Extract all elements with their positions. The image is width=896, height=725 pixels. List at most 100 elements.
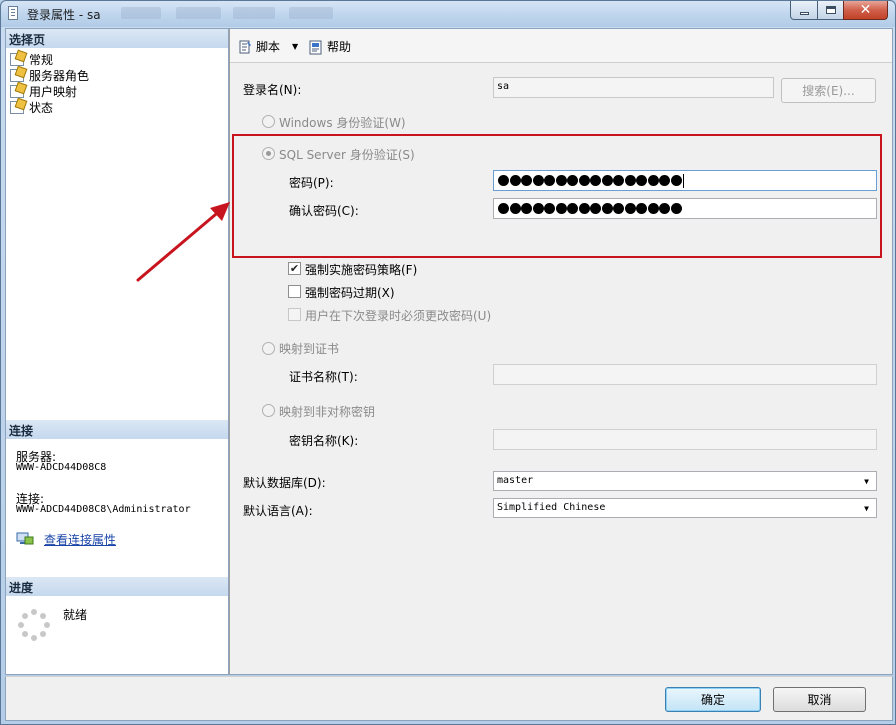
password-dot: [636, 203, 647, 214]
default-db-select[interactable]: master ▼: [493, 471, 877, 491]
password-dot: [659, 175, 670, 186]
background-menu-ghost: [176, 7, 221, 19]
cert-name-label: 证书名称(T):: [289, 370, 358, 384]
background-menu-ghost: [289, 7, 333, 19]
page-item-label: 用户映射: [29, 84, 78, 99]
page-item-user-mapping[interactable]: 用户映射: [10, 83, 77, 99]
page-item-label: 服务器角色: [29, 68, 90, 83]
password-dot: [509, 175, 521, 186]
key-name-field[interactable]: [493, 429, 877, 450]
password-dot: [578, 203, 590, 214]
chevron-down-icon: ▼: [864, 476, 869, 486]
toolbar: 脚本 ▼ 帮助: [230, 29, 892, 63]
default-db-value: master: [497, 475, 534, 486]
password-dot: [498, 175, 509, 186]
password-dot: [567, 203, 578, 214]
password-dot: [498, 203, 509, 214]
cancel-button[interactable]: 取消: [773, 687, 866, 712]
progress-spinner-icon: [18, 609, 50, 641]
password-dots: [497, 173, 873, 188]
sql-auth-label: SQL Server 身份验证(S): [279, 148, 415, 162]
page-item-status[interactable]: 状态: [10, 99, 53, 115]
password-dot: [670, 203, 682, 214]
password-dot: [532, 175, 544, 186]
text-caret: [683, 173, 684, 188]
ok-button[interactable]: 确定: [665, 687, 761, 712]
password-dot: [647, 203, 659, 214]
password-dot: [590, 175, 601, 186]
page-item-general[interactable]: 常规: [10, 51, 53, 67]
minimize-button[interactable]: [790, 1, 818, 20]
script-button[interactable]: 脚本 ▼: [237, 38, 298, 55]
password-dot: [601, 203, 613, 214]
password-dot: [624, 203, 636, 214]
must-change-checkbox[interactable]: [288, 308, 301, 321]
password-dot: [578, 175, 590, 186]
maximize-icon: [825, 6, 836, 14]
cert-name-field[interactable]: [493, 364, 877, 385]
password-dot: [647, 175, 659, 186]
password-dot: [567, 175, 578, 186]
password-dot: [590, 203, 601, 214]
confirm-password-label: 确认密码(C):: [289, 204, 359, 218]
confirm-password-dots: [497, 202, 873, 215]
password-dot: [670, 175, 682, 186]
password-dot: [624, 175, 636, 186]
windows-auth-radio[interactable]: [262, 115, 275, 128]
password-dot: [659, 203, 670, 214]
help-label: 帮助: [327, 40, 352, 54]
password-dot: [636, 175, 647, 186]
map-cert-radio[interactable]: [262, 342, 275, 355]
password-field[interactable]: [493, 170, 877, 191]
password-dot: [509, 203, 521, 214]
map-asym-key-label: 映射到非对称密钥: [279, 405, 376, 419]
password-dot: [521, 203, 532, 214]
enforce-policy-checkbox[interactable]: ✔: [288, 262, 301, 275]
help-icon: [309, 40, 322, 54]
script-icon: [239, 40, 251, 53]
password-label: 密码(P):: [289, 176, 334, 190]
close-icon: ✕: [859, 2, 872, 18]
page-icon: [10, 84, 24, 98]
confirm-password-field[interactable]: [493, 198, 877, 219]
server-value: WWW-ADCD44D08C8: [16, 462, 107, 473]
progress-header: 进度: [6, 577, 228, 596]
title-bar[interactable]: 登录属性 - sa ✕: [1, 1, 895, 27]
map-asym-key-radio[interactable]: [262, 404, 275, 417]
key-name-label: 密钥名称(K):: [289, 434, 359, 448]
enforce-policy-label: 强制实施密码策略(F): [305, 263, 418, 277]
map-cert-label: 映射到证书: [279, 342, 340, 356]
document-icon: [8, 6, 18, 20]
page-icon: [10, 100, 24, 114]
password-dot: [521, 175, 532, 186]
page-item-label: 常规: [29, 52, 54, 67]
minimize-icon: [799, 11, 809, 15]
dropdown-arrow-icon: ▼: [292, 42, 299, 51]
enforce-expiration-checkbox[interactable]: [288, 285, 301, 298]
default-db-label: 默认数据库(D):: [243, 476, 326, 490]
select-page-header: 选择页: [6, 29, 228, 48]
maximize-button[interactable]: [817, 1, 844, 20]
page-icon: [10, 68, 24, 82]
page-item-label: 状态: [29, 100, 54, 115]
default-lang-label: 默认语言(A):: [243, 504, 313, 518]
sql-auth-radio[interactable]: [262, 147, 275, 160]
view-connection-properties-link[interactable]: 查看连接属性: [44, 531, 116, 548]
password-dot: [555, 175, 567, 186]
default-lang-select[interactable]: Simplified Chinese ▼: [493, 498, 877, 518]
password-dot: [544, 175, 555, 186]
page-item-server-roles[interactable]: 服务器角色: [10, 67, 89, 83]
background-menu-ghost: [233, 7, 275, 19]
connection-properties-icon: [16, 532, 34, 545]
search-button[interactable]: 搜索(E)...: [781, 78, 876, 103]
login-name-field[interactable]: sa: [493, 77, 774, 98]
must-change-label: 用户在下次登录时必须更改密码(U): [305, 309, 492, 323]
background-menu-ghost: [121, 7, 161, 19]
close-button[interactable]: ✕: [843, 1, 888, 20]
password-dot: [613, 203, 624, 214]
windows-auth-label: Windows 身份验证(W): [279, 116, 406, 130]
help-button[interactable]: 帮助: [308, 38, 351, 55]
left-pane: 选择页 常规 服务器角色 用户映射 状态 连接 服务器: WWW-ADCD44D…: [5, 28, 229, 675]
enforce-expiration-label: 强制密码过期(X): [305, 286, 395, 300]
password-dot: [601, 175, 613, 186]
